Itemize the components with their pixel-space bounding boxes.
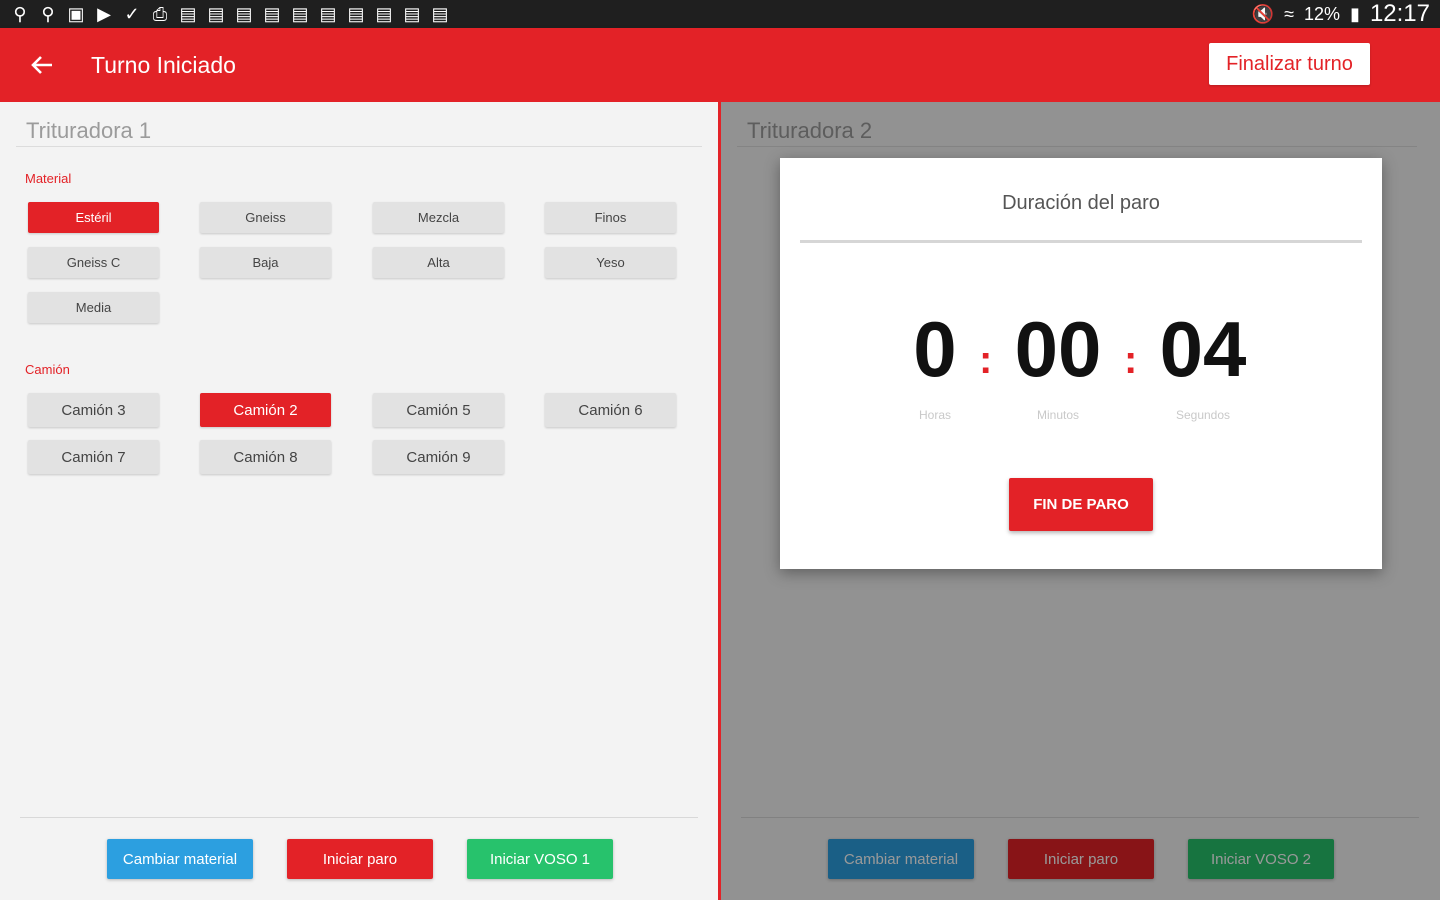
camion-label: Camión [25, 362, 70, 377]
camion-chip[interactable]: Camión 5 [373, 393, 504, 427]
wifi-icon: ≈ [1284, 3, 1294, 24]
material-chip[interactable]: Media [28, 292, 159, 323]
battery-icon: ▮ [1350, 3, 1360, 24]
dialog-title: Duración del paro [1002, 192, 1160, 214]
material-chip[interactable]: Yeso [545, 247, 676, 278]
print-icon: ⎙ [152, 3, 168, 24]
material-chip[interactable]: Finos [545, 202, 676, 233]
train-icon: ▤ [179, 3, 197, 24]
divider [20, 817, 698, 818]
finalizar-turno-button[interactable]: Finalizar turno [1209, 43, 1370, 85]
notification-icons: ⚲ ⚲ ▣ ▶ ✓ ⎙ ▤ ▤ ▤ ▤ ▤ ▤ ▤ ▤ ▤ ▤ [10, 4, 450, 25]
timer-seconds: 04 [1159, 305, 1247, 393]
clock: 12:17 [1369, 0, 1430, 27]
train-icon: ▤ [431, 3, 449, 24]
image-icon: ▣ [67, 3, 85, 24]
camion-chip[interactable]: Camión 9 [373, 440, 504, 474]
train-icon: ▤ [291, 3, 309, 24]
train-icon: ▤ [403, 3, 421, 24]
divider [800, 240, 1362, 243]
page-title: Turno Iniciado [91, 52, 236, 78]
train-icon: ▤ [347, 3, 365, 24]
panel-title: Trituradora 1 [26, 118, 152, 143]
material-chip[interactable]: Alta [373, 247, 504, 278]
location-icon: ⚲ [13, 3, 27, 24]
battery-level: 12% [1304, 3, 1341, 24]
camion-chip[interactable]: Camión 8 [200, 440, 331, 474]
mute-icon: 🔇 [1251, 3, 1275, 24]
material-chip[interactable]: Gneiss C [28, 247, 159, 278]
camion-chip[interactable]: Camión 2 [200, 393, 331, 427]
material-chip[interactable]: Estéril [28, 202, 159, 233]
location-icon: ⚲ [41, 3, 55, 24]
train-icon: ▤ [319, 3, 337, 24]
status-bar: ⚲ ⚲ ▣ ▶ ✓ ⎙ ▤ ▤ ▤ ▤ ▤ ▤ ▤ ▤ ▤ ▤ 🔇 ≈ 12% … [0, 0, 1440, 28]
train-icon: ▤ [207, 3, 225, 24]
download-done-icon: ✓ [124, 3, 140, 24]
train-icon: ▤ [235, 3, 253, 24]
back-button[interactable] [22, 42, 62, 88]
paro-duration-dialog: Duración del paro 0 : 00 : 04 Horas Minu… [780, 158, 1382, 569]
timer-separator: : [1124, 338, 1138, 382]
iniciar-voso-button[interactable]: Iniciar VOSO 1 [467, 839, 613, 879]
train-icon: ▤ [263, 3, 281, 24]
minutes-label: Minutos [1036, 408, 1080, 422]
fin-de-paro-button[interactable]: FIN DE PARO [1009, 478, 1153, 531]
material-chip[interactable]: Gneiss [200, 202, 331, 233]
app-bar: Turno Iniciado Finalizar turno [0, 28, 1440, 102]
camion-chip[interactable]: Camión 3 [28, 393, 159, 427]
hours-label: Horas [918, 408, 951, 422]
divider [16, 146, 702, 147]
iniciar-paro-button[interactable]: Iniciar paro [287, 839, 433, 879]
youtube-icon: ▶ [97, 3, 111, 24]
system-icons: 🔇 ≈ 12% ▮ 12:17 [1252, 0, 1430, 28]
train-icon: ▤ [375, 3, 393, 24]
cambiar-material-button[interactable]: Cambiar material [107, 839, 253, 879]
timer-minutes: 00 [1014, 305, 1102, 393]
seconds-label: Segundos [1175, 408, 1231, 422]
material-label: Material [25, 171, 72, 186]
camion-chip[interactable]: Camión 7 [28, 440, 159, 474]
trituradora-1-panel: Trituradora 1 Material Estéril Gneiss Me… [0, 102, 718, 900]
timer-separator: : [979, 338, 993, 382]
material-chip[interactable]: Baja [200, 247, 331, 278]
timer-hours: 0 [913, 305, 957, 393]
camion-chip[interactable]: Camión 6 [545, 393, 676, 427]
material-chip[interactable]: Mezcla [373, 202, 504, 233]
arrow-back-icon [31, 56, 52, 74]
